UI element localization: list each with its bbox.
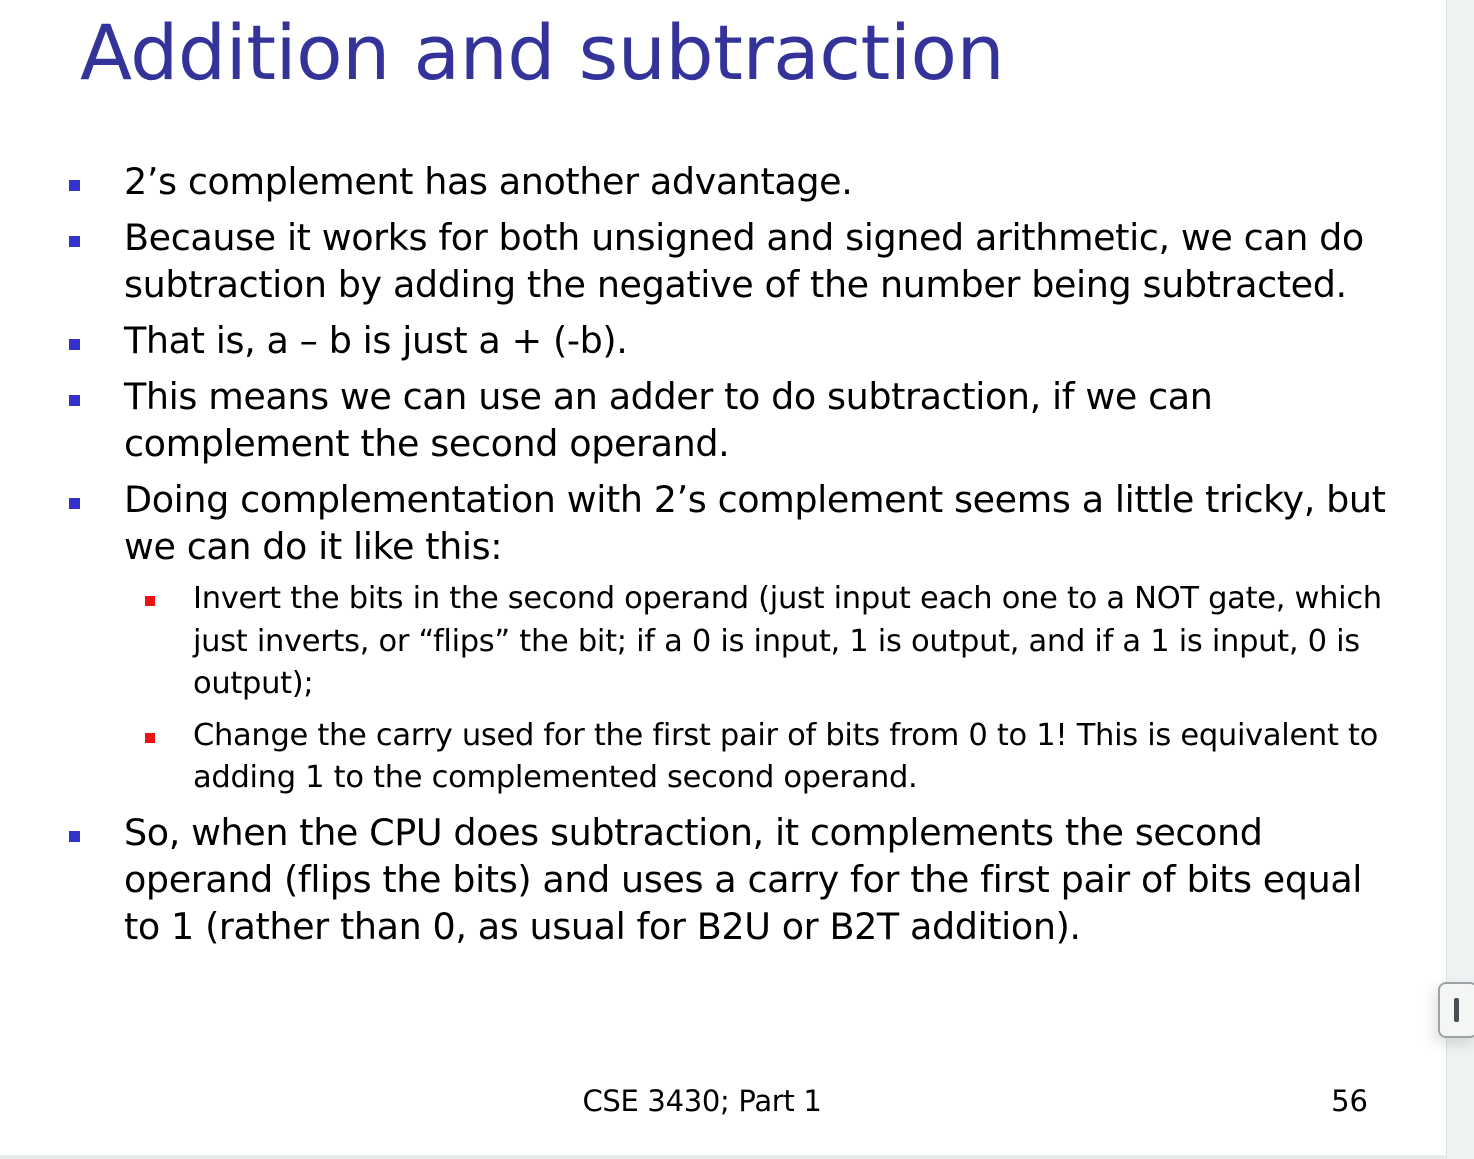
bullet-item: This means we can use an adder to do sub… (66, 373, 1396, 467)
bullet-list: 2’s complement has another advantage. Be… (66, 158, 1396, 959)
bullet-item: Because it works for both unsigned and s… (66, 214, 1396, 308)
sub-bullet-item: Change the carry used for the first pair… (124, 715, 1396, 800)
red-square-bullet-icon (145, 596, 155, 606)
bullet-item: Doing complementation with 2’s complemen… (66, 476, 1396, 800)
square-bullet-icon (69, 830, 80, 842)
sub-bullet-item: Invert the bits in the second operand (j… (124, 578, 1396, 706)
square-bullet-icon (69, 236, 80, 247)
bullet-item: So, when the CPU does subtraction, it co… (66, 809, 1396, 950)
slide-bottom-border (0, 1155, 1474, 1159)
bullet-text: That is, a – b is just a + (-b). (124, 319, 628, 362)
drag-handle-icon[interactable] (1438, 982, 1474, 1038)
square-bullet-icon (69, 339, 80, 350)
sub-bullet-list: Invert the bits in the second operand (j… (124, 578, 1396, 800)
slide-number: 56 (1331, 1084, 1368, 1118)
bullet-text: This means we can use an adder to do sub… (124, 375, 1213, 465)
sub-bullet-text: Change the carry used for the first pair… (193, 717, 1379, 796)
square-bullet-icon (69, 395, 80, 406)
bullet-text: Because it works for both unsigned and s… (124, 216, 1364, 306)
square-bullet-icon (69, 180, 80, 191)
slide-footer: CSE 3430; Part 1 (582, 1084, 822, 1118)
bullet-text: So, when the CPU does subtraction, it co… (124, 810, 1363, 948)
bullet-item: That is, a – b is just a + (-b). (66, 317, 1396, 364)
sub-bullet-text: Invert the bits in the second operand (j… (193, 581, 1382, 701)
square-bullet-icon (69, 498, 80, 509)
bullet-text: Doing complementation with 2’s complemen… (124, 478, 1386, 568)
slide-title: Addition and subtraction (80, 8, 1005, 97)
slide: Addition and subtraction 2’s complement … (0, 0, 1446, 1155)
bullet-item: 2’s complement has another advantage. (66, 158, 1396, 205)
grip-icon (1454, 998, 1459, 1022)
red-square-bullet-icon (145, 732, 155, 743)
bullet-text: 2’s complement has another advantage. (124, 160, 853, 203)
